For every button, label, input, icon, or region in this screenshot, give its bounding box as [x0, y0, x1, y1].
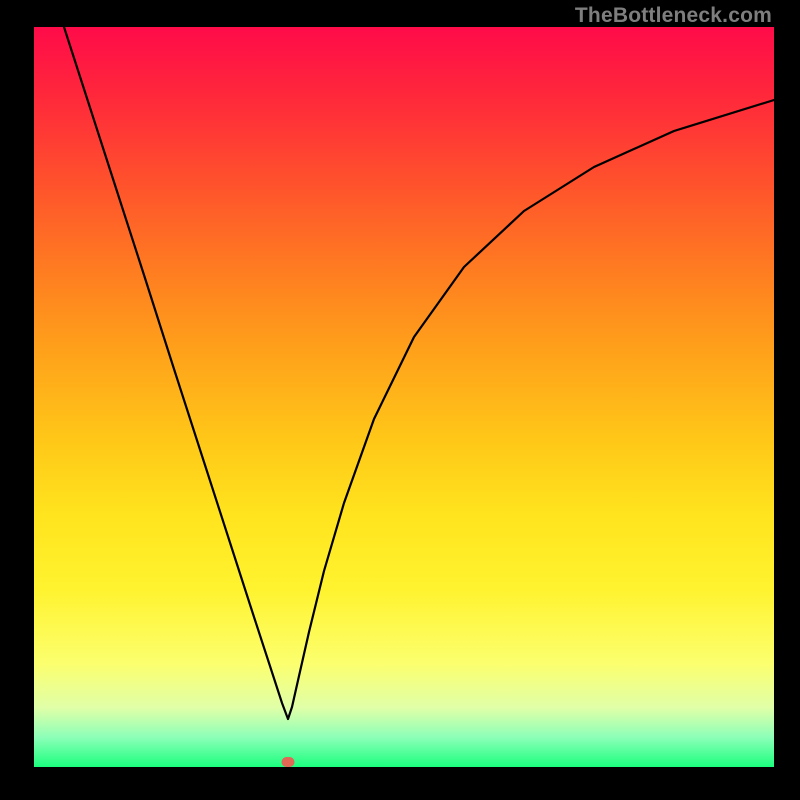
- watermark-text: TheBottleneck.com: [575, 4, 772, 28]
- plot-area: [34, 27, 774, 767]
- optimum-marker: [282, 757, 295, 767]
- bottleneck-curve: [64, 27, 774, 719]
- chart-frame: TheBottleneck.com: [0, 0, 800, 800]
- curve-svg: [34, 27, 774, 767]
